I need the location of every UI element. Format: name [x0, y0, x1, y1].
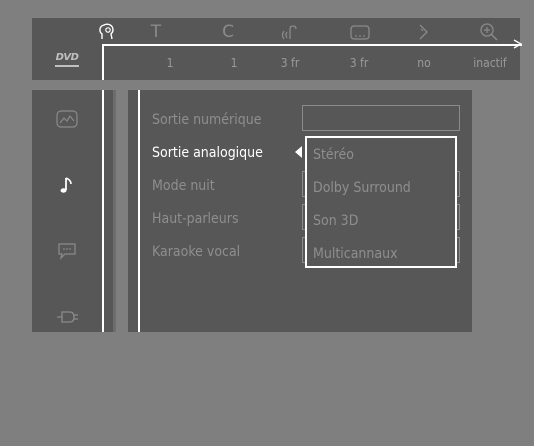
picture-icon[interactable] [54, 108, 80, 130]
nav-vertical-line [102, 44, 104, 80]
user-head-icon[interactable] [94, 21, 120, 43]
zoom-icon[interactable] [476, 21, 502, 43]
audio-setup-panel: Sortie numérique Sortie analogique Mode … [128, 90, 472, 332]
speech-bubble-icon[interactable] [54, 240, 80, 262]
left-panel-divider [102, 90, 104, 332]
top-menu-bar: T C DVD 1 1 3 fr 3 fr no inactif [32, 18, 523, 80]
nav-arrow-line [102, 44, 522, 46]
option-multichannel[interactable]: Multicannaux [313, 245, 398, 263]
selection-pointer-icon [295, 146, 302, 158]
option-stereo[interactable]: Stéréo [313, 146, 354, 164]
nav-arrow-head-icon [513, 39, 523, 49]
title-icon[interactable]: T [143, 21, 169, 43]
menu-item-analog-output[interactable]: Sortie analogique [152, 144, 263, 162]
chapter-icon[interactable]: C [215, 21, 241, 43]
left-panel-edge [113, 90, 116, 332]
chapter-value: 1 [230, 56, 238, 70]
angle-value: no [417, 56, 431, 70]
dvd-logo: DVD [54, 53, 80, 67]
menu-item-digital-output[interactable]: Sortie numérique [152, 111, 261, 129]
subtitle-value: 3 fr [349, 56, 369, 70]
plug-icon[interactable] [54, 306, 80, 328]
digital-output-value-box[interactable] [302, 105, 460, 131]
menu-item-night-mode[interactable]: Mode nuit [152, 177, 215, 195]
main-panel-divider [138, 90, 140, 332]
zoom-value: inactif [473, 56, 507, 70]
setup-category-panel [32, 90, 116, 332]
option-dolby-surround[interactable]: Dolby Surround [313, 179, 411, 197]
music-note-icon[interactable] [54, 174, 80, 196]
audio-icon[interactable] [276, 21, 302, 43]
menu-item-speakers[interactable]: Haut-parleurs [152, 210, 239, 228]
dvd-osd-screen: T C DVD 1 1 3 fr 3 fr no inactif Sortie … [0, 0, 534, 446]
menu-item-karaoke-vocal[interactable]: Karaoke vocal [152, 243, 240, 261]
analog-output-dropdown[interactable]: Stéréo Dolby Surround Son 3D Multicannau… [305, 136, 457, 268]
option-3d-sound[interactable]: Son 3D [313, 212, 358, 230]
subtitle-icon[interactable] [347, 21, 373, 43]
audio-value: 3 fr [280, 56, 300, 70]
angle-icon[interactable] [410, 21, 436, 43]
top-icon-row: T C [32, 18, 520, 46]
title-value: 1 [166, 56, 174, 70]
